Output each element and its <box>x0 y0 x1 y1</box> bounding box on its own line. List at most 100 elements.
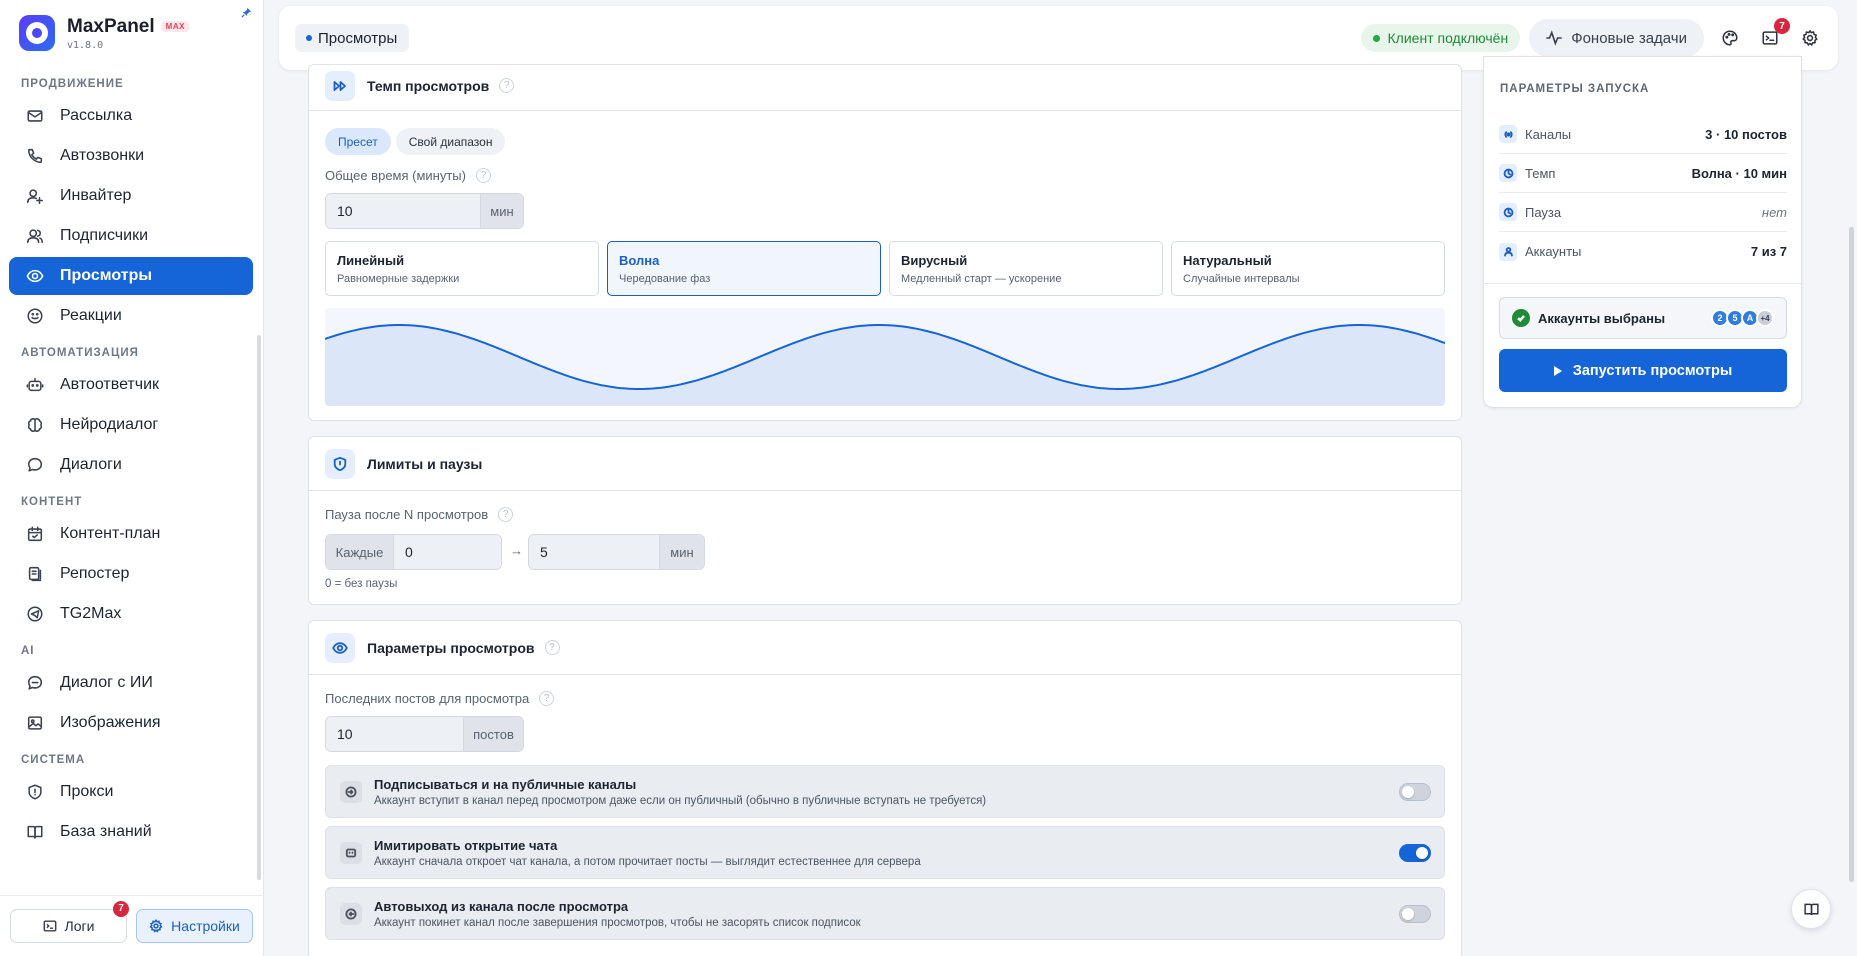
pause-duration-input[interactable]: 5 <box>529 535 659 569</box>
toggle-row-auto-leave[interactable]: Автовыход из канала после просмотра Акка… <box>325 887 1445 940</box>
help-icon[interactable]: ? <box>539 691 555 706</box>
help-icon[interactable]: ? <box>499 78 515 93</box>
tempo-panel: Темп просмотров ? Пресет Свой диапазон О… <box>308 64 1462 421</box>
gear-icon[interactable] <box>1798 26 1822 50</box>
app-logo-icon <box>19 15 55 51</box>
shield-icon <box>325 448 355 479</box>
last-posts-unit: постов <box>463 717 523 751</box>
sidebar: MaxPanel MAX v1.8.0 ПРОДВИЖЕНИЕ Рассылка … <box>0 0 264 956</box>
join-public-switch[interactable] <box>1399 783 1431 801</box>
sidebar-item-label: Диалоги <box>60 456 122 473</box>
breadcrumb: Просмотры <box>295 24 410 52</box>
help-icon[interactable]: ? <box>544 640 560 655</box>
background-tasks-button[interactable]: Фоновые задачи <box>1529 19 1704 57</box>
preset-title: Линейный <box>337 253 405 268</box>
preset-card-natural[interactable]: Натуральный Случайные интервалы <box>1171 241 1445 296</box>
launch-row-value: нет <box>1761 204 1787 220</box>
palette-icon[interactable] <box>1718 26 1742 50</box>
sidebar-item-views[interactable]: Просмотры <box>9 257 253 295</box>
launch-row-tempo: Темп Волна · 10 мин <box>1499 154 1787 193</box>
sidebar-item-tg2max[interactable]: TG2Max <box>9 595 253 633</box>
preset-description: Медленный старт — ускорение <box>901 273 1062 285</box>
mode-preset-button[interactable]: Пресет <box>325 128 391 155</box>
view-params-panel: Параметры просмотров ? Последних постов … <box>308 620 1462 956</box>
toggle-title: Автовыход из канала после просмотра <box>374 898 629 914</box>
sidebar-item-reposter[interactable]: Репостер <box>9 555 253 593</box>
launch-row-accounts: Аккаунты 7 из 7 <box>1499 232 1787 271</box>
docs-fab-button[interactable] <box>1791 889 1831 929</box>
terminal-badge: 7 <box>1774 18 1790 34</box>
sidebar-item-reactions[interactable]: Реакции <box>9 297 253 335</box>
sidebar-item-mailing[interactable]: Рассылка <box>9 97 253 135</box>
mode-custom-range-button[interactable]: Свой диапазон <box>395 128 506 155</box>
auto-leave-switch[interactable] <box>1399 905 1431 923</box>
sidebar-item-label: Автоответчик <box>60 376 160 393</box>
help-icon[interactable]: ? <box>475 168 491 183</box>
toggle-title: Имитировать открытие чата <box>374 837 558 853</box>
preset-cards: Линейный Равномерные задержки Волна Чере… <box>325 241 1445 296</box>
sidebar-item-knowledge-base[interactable]: База знаний <box>9 813 253 851</box>
settings-button[interactable]: Настройки <box>136 908 253 943</box>
preset-card-viral[interactable]: Вирусный Медленный старт — ускорение <box>889 241 1163 296</box>
page-scrollbar[interactable] <box>1849 227 1854 882</box>
connection-status-label: Клиент подключён <box>1387 30 1509 46</box>
launch-row-channels: Каналы 3 · 10 постов <box>1499 115 1787 154</box>
sidebar-item-neurodialog[interactable]: Нейродиалог <box>9 406 253 444</box>
bot-icon <box>25 375 45 395</box>
logs-button[interactable]: Логи 7 <box>10 900 129 943</box>
sidebar-item-autocalls[interactable]: Автозвонки <box>9 137 253 175</box>
sidebar-item-dialogs[interactable]: Диалоги <box>9 446 253 484</box>
sidebar-item-label: Прокси <box>60 783 114 800</box>
preset-card-wave[interactable]: Волна Чередование фаз <box>607 241 881 296</box>
sidebar-item-label: Реакции <box>60 307 122 324</box>
limits-panel-header: Лимиты и паузы <box>309 437 1461 491</box>
range-arrow: → <box>510 543 523 558</box>
sidebar-item-label: Автозвонки <box>60 147 145 164</box>
last-posts-input[interactable]: 10 <box>326 717 463 751</box>
total-time-input[interactable]: 10 <box>326 194 480 228</box>
pin-icon[interactable] <box>241 7 252 21</box>
toggle-row-simulate-chat[interactable]: Имитировать открытие чата Аккаунт сначал… <box>325 826 1445 879</box>
wave-graph <box>325 324 1445 406</box>
users-icon <box>25 226 45 246</box>
toggle-title: Подписываться и на публичные каналы <box>374 776 637 792</box>
limits-title: Лимиты и паузы <box>367 455 483 472</box>
logout-icon <box>340 902 362 925</box>
pause-every-input[interactable]: 0 <box>394 535 501 569</box>
launch-row-label: Аккаунты <box>1525 244 1582 259</box>
sidebar-item-proxy[interactable]: Прокси <box>9 773 253 811</box>
background-tasks-label: Фоновые задачи <box>1571 29 1687 47</box>
help-icon[interactable]: ? <box>498 507 514 522</box>
pause-duration-field[interactable]: 5 мин <box>528 534 705 570</box>
preset-card-linear[interactable]: Линейный Равномерные задержки <box>325 241 599 296</box>
launch-row-label: Темп <box>1525 165 1556 181</box>
launch-row-label: Пауза <box>1525 204 1562 220</box>
sidebar-scrollbar[interactable] <box>257 335 261 880</box>
limits-panel: Лимиты и паузы Пауза после N просмотров … <box>308 436 1462 605</box>
sidebar-item-label: Диалог с ИИ <box>60 674 153 691</box>
book-icon <box>25 822 45 842</box>
brain-icon <box>25 415 45 435</box>
sidebar-item-autoresponder[interactable]: Автоответчик <box>9 366 253 404</box>
toggle-row-join-public[interactable]: Подписываться и на публичные каналы Акка… <box>325 765 1445 818</box>
total-time-unit: мин <box>480 194 523 228</box>
pause-every-field[interactable]: Каждые 0 <box>325 534 502 570</box>
tempo-wave-preview <box>325 308 1445 406</box>
launch-row-label: Каналы <box>1525 126 1572 142</box>
sidebar-item-images[interactable]: Изображения <box>9 704 253 742</box>
sidebar-item-subscribers[interactable]: Подписчики <box>9 217 253 255</box>
simulate-chat-switch[interactable] <box>1399 844 1431 862</box>
logs-label: Логи <box>64 917 95 934</box>
pause-label: Пауза после N просмотров <box>325 507 489 522</box>
start-views-button[interactable]: Запустить просмотры <box>1499 349 1787 392</box>
terminal-button[interactable]: 7 <box>1758 18 1790 50</box>
brand: MaxPanel MAX v1.8.0 <box>0 0 263 66</box>
sidebar-item-content-plan[interactable]: Контент-план <box>9 515 253 553</box>
sidebar-item-inviter[interactable]: Инвайтер <box>9 177 253 215</box>
tempo-panel-header: Темп просмотров ? <box>309 61 1461 111</box>
last-posts-field[interactable]: 10 постов <box>325 716 524 752</box>
accounts-selected-box[interactable]: Аккаунты выбраны 2 5 A +4 <box>1499 297 1787 339</box>
total-time-field[interactable]: 10 мин <box>325 193 524 229</box>
gear-icon <box>149 918 163 933</box>
sidebar-item-ai-dialog[interactable]: Диалог с ИИ <box>9 664 253 702</box>
